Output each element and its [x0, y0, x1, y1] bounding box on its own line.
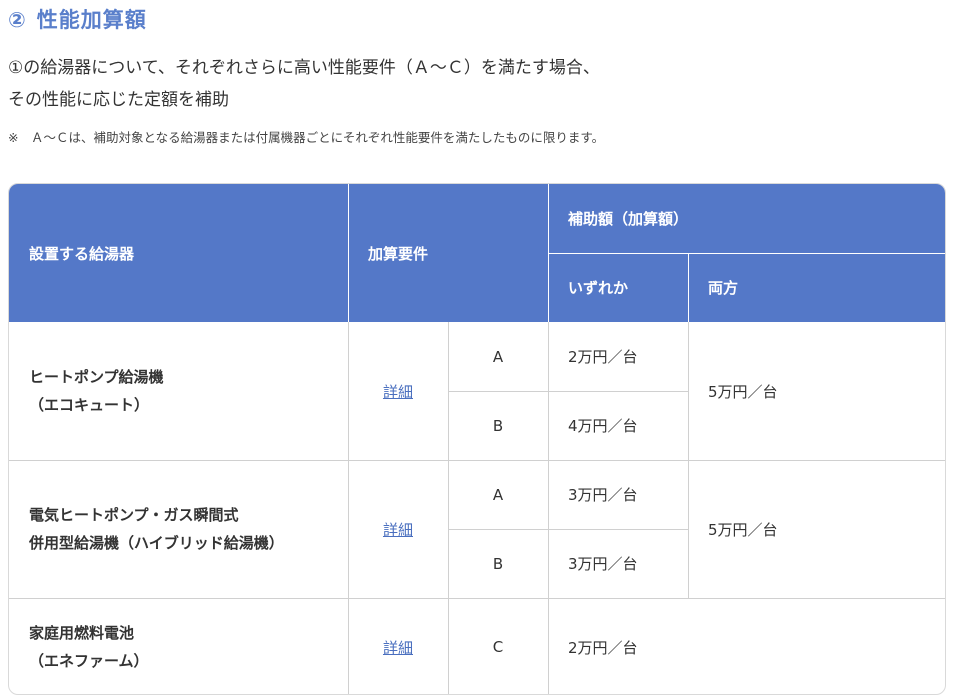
grid-line	[448, 391, 688, 392]
grid-line	[448, 529, 688, 530]
amount-either: 4万円／台	[568, 417, 638, 435]
intro-line-1: ①の給湯器について、それぞれさらに高い性能要件（Ａ～Ｃ）を満たす場合、	[8, 58, 600, 78]
details-link-hybrid[interactable]: 詳細	[348, 460, 448, 598]
requirement-code: A	[492, 485, 504, 504]
requirement-code: C	[492, 638, 504, 656]
amount-either: 2万円／台	[568, 348, 638, 366]
header-either: いずれか	[548, 253, 688, 322]
row-ene-farm-name: 家庭用燃料電池 （エネファーム）	[9, 598, 348, 694]
amount-either: 3万円／台	[568, 555, 638, 573]
intro-line-2: その性能に応じた定額を補助	[8, 90, 229, 110]
grid-line	[448, 322, 449, 694]
grid-line	[548, 322, 549, 694]
row-eco-cute-name: ヒートポンプ給湯機 （エコキュート）	[9, 322, 348, 460]
device-name-line1: ヒートポンプ給湯機	[29, 368, 164, 386]
grid-line	[9, 598, 945, 599]
header-both: 両方	[688, 253, 945, 322]
amount-both: 5万円／台	[708, 520, 778, 539]
header-divider	[348, 184, 349, 322]
heading-title: 性能加算額	[36, 8, 147, 32]
device-name-line1: 電気ヒートポンプ・ガス瞬間式	[29, 506, 239, 524]
device-name-line2: （エネファーム）	[29, 652, 149, 670]
device-name-line2: 併用型給湯機（ハイブリッド給湯機）	[29, 534, 284, 552]
amount-either: 2万円／台	[568, 638, 638, 657]
requirement-code: B	[492, 554, 504, 573]
intro-text: ①の給湯器について、それぞれさらに高い性能要件（Ａ～Ｃ）を満たす場合、 その性能…	[8, 52, 948, 116]
header-amount: 補助額（加算額）	[548, 184, 945, 253]
requirement-code: A	[492, 347, 504, 366]
grid-line	[348, 322, 349, 694]
header-divider	[548, 253, 945, 254]
details-link-ene-farm[interactable]: 詳細	[348, 598, 448, 694]
amount-both: 5万円／台	[708, 382, 778, 401]
section-heading: ② 性能加算額	[8, 4, 147, 36]
header-divider	[688, 253, 689, 322]
header-device: 設置する給湯器	[9, 184, 348, 322]
footnote: ※ Ａ～Ｃは、補助対象となる給湯器または付属機器ごとにそれぞれ性能要件を満たした…	[8, 130, 605, 145]
grid-line	[9, 460, 945, 461]
device-name-line2: （エコキュート）	[29, 396, 150, 414]
details-link-eco-cute[interactable]: 詳細	[348, 322, 448, 460]
heading-number: ②	[8, 8, 27, 32]
header-requirement: 加算要件	[348, 184, 548, 322]
requirement-code: B	[492, 416, 504, 435]
device-name-line1: 家庭用燃料電池	[29, 624, 135, 642]
subsidy-table: 設置する給湯器 加算要件 補助額（加算額） いずれか 両方 ヒートポンプ給湯機 …	[8, 183, 946, 695]
row-hybrid-name: 電気ヒートポンプ・ガス瞬間式 併用型給湯機（ハイブリッド給湯機）	[9, 460, 348, 598]
amount-either: 3万円／台	[568, 486, 638, 504]
